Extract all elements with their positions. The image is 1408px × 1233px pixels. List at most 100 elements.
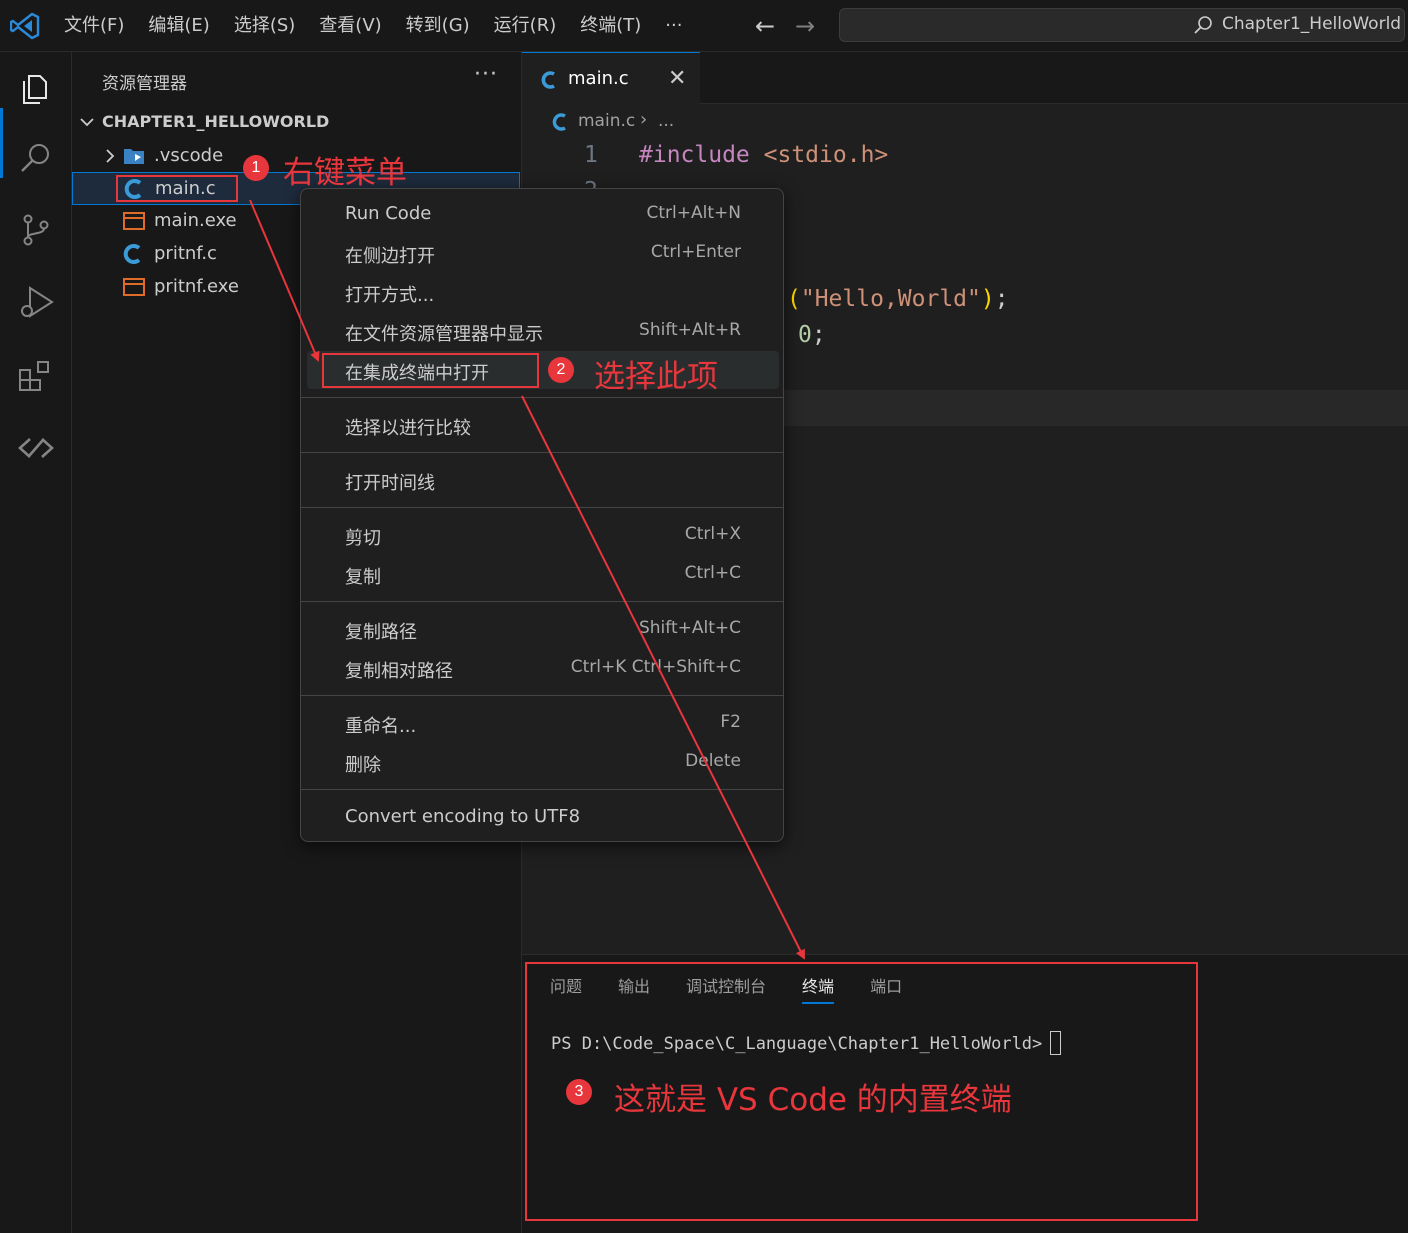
tab-label: main.c [568,68,629,89]
chevron-right-icon [106,149,115,163]
code-line-return: 0; [798,322,826,348]
menu-separator [301,507,783,508]
breadcrumb-symbols[interactable]: ... [658,111,674,131]
exe-file-icon [123,212,145,230]
menu-bar: 文件(F) 编辑(E) 选择(S) 查看(V) 转到(G) 运行(R) 终端(T… [52,0,694,52]
annotation-text-2: 选择此项 [594,359,718,395]
exe-file-icon [123,278,145,296]
annotation-badge-1: 1 [243,155,269,181]
menu-item-label: 在侧边打开 [345,246,435,267]
menu-item-shortcut: F2 [720,712,741,732]
chevron-down-icon [80,118,94,127]
annotation-text-1: 右键菜单 [283,155,407,191]
c-file-icon [552,113,566,131]
menu-item-label: 在文件资源管理器中显示 [345,324,543,345]
menu-item-label: 选择以进行比较 [345,418,471,439]
annotation-text-3: 这就是 VS Code 的内置终端 [614,1082,1012,1118]
chevron-right-icon: › [640,109,648,130]
breadcrumb-file[interactable]: main.c [578,111,635,131]
menu-item-shortcut: Ctrl+X [684,524,741,544]
menu-item-copy-path[interactable]: 复制路径 Shift+Alt+C [307,610,779,648]
menu-item-label: 复制 [345,567,381,588]
editor-tab-bar: main.c ✕ [522,52,1408,104]
menu-edit[interactable]: 编辑(E) [136,0,221,52]
menu-item-shortcut: Shift+Alt+C [638,618,741,638]
menu-view[interactable]: 查看(V) [307,0,393,52]
menu-item-select-for-compare[interactable]: 选择以进行比较 [307,406,779,444]
menu-item-shortcut: Shift+Alt+R [639,320,741,340]
tree-item-label: pritnf.exe [154,276,239,297]
printf-open-paren: ( [787,286,801,312]
forward-arrow-icon[interactable]: → [792,12,818,40]
context-menu: Run Code Ctrl+Alt+N 在侧边打开 Ctrl+Enter 打开方… [300,188,784,842]
menu-item-label: 复制相对路径 [345,661,453,682]
menu-item-shortcut: Ctrl+C [684,563,741,583]
return-value: 0 [798,322,812,348]
menu-item-copy[interactable]: 复制 Ctrl+C [307,555,779,593]
menu-terminal[interactable]: 终端(T) [568,0,653,52]
printf-string: "Hello,World" [800,286,981,312]
menu-item-shortcut: Delete [685,751,741,771]
source-control-icon[interactable] [16,210,56,250]
menu-item-label: Convert encoding to UTF8 [345,806,581,827]
extensions-icon[interactable] [16,356,56,396]
include-keyword: #include [639,142,750,168]
line-number: 1 [584,142,598,168]
menu-item-cut[interactable]: 剪切 Ctrl+X [307,516,779,554]
menu-file[interactable]: 文件(F) [52,0,136,52]
annotation-box-main-c [116,175,238,202]
menu-item-copy-relative-path[interactable]: 复制相对路径 Ctrl+K Ctrl+Shift+C [307,649,779,687]
menu-item-rename[interactable]: 重命名... F2 [307,704,779,742]
menu-run[interactable]: 运行(R) [482,0,569,52]
menu-item-reveal-in-explorer[interactable]: 在文件资源管理器中显示 Shift+Alt+R [307,312,779,350]
close-icon[interactable]: ✕ [668,66,686,91]
menu-item-shortcut: Ctrl+K Ctrl+Shift+C [570,657,741,677]
menu-separator [301,601,783,602]
run-debug-icon[interactable] [16,282,56,322]
title-bar: 文件(F) 编辑(E) 选择(S) 查看(V) 转到(G) 运行(R) 终端(T… [0,0,1408,52]
explorer-more-button[interactable]: ··· [474,62,498,87]
menu-item-label: 打开时间线 [345,473,435,494]
menu-item-convert-encoding[interactable]: Convert encoding to UTF8 [307,798,779,836]
explorer-icon[interactable] [16,68,56,108]
printf-close-paren: ) [980,286,995,312]
menu-item-label: 重命名... [345,716,417,737]
menu-selection[interactable]: 选择(S) [222,0,307,52]
search-icon [1194,16,1212,34]
menu-go[interactable]: 转到(G) [394,0,482,52]
menu-item-open-with[interactable]: 打开方式... [307,273,779,311]
annotation-box-open-in-terminal [322,353,539,388]
command-center-search[interactable]: Chapter1_HelloWorld [839,8,1405,42]
tab-main-c[interactable]: main.c ✕ [522,52,700,104]
menu-item-label: Run Code [345,203,432,224]
return-semicolon: ; [811,322,826,348]
menu-item-label: 剪切 [345,528,381,549]
activity-bar [0,52,72,1233]
menu-item-open-to-side[interactable]: 在侧边打开 Ctrl+Enter [307,234,779,272]
menu-separator [301,452,783,453]
vscode-folder-icon [124,149,144,164]
menu-separator [301,695,783,696]
navigation-arrows: ← → [752,12,818,40]
menu-item-label: 删除 [345,755,381,776]
vscode-logo-icon [10,12,40,40]
explorer-title: 资源管理器 [102,74,187,94]
menu-more[interactable]: ··· [653,0,694,52]
code-line-include: #include <stdio.h> [639,142,888,168]
workspace-folder-name: CHAPTER1_HELLOWORLD [102,112,330,131]
active-indicator [0,108,3,178]
c-file-icon [123,244,141,264]
remote-explorer-icon[interactable] [16,428,56,468]
menu-item-delete[interactable]: 删除 Delete [307,743,779,781]
menu-separator [301,789,783,790]
tree-item-label: main.exe [154,210,237,231]
breadcrumb: main.c › ... [522,104,1408,140]
menu-item-open-timeline[interactable]: 打开时间线 [307,461,779,499]
search-icon[interactable] [16,138,56,178]
back-arrow-icon[interactable]: ← [752,12,778,40]
menu-item-label: 复制路径 [345,622,417,643]
command-center-text: Chapter1_HelloWorld [1222,14,1402,34]
workspace-folder-header[interactable]: CHAPTER1_HELLOWORLD [72,108,520,138]
code-line-printf: ("Hello,World"); [787,286,1009,312]
menu-item-run-code[interactable]: Run Code Ctrl+Alt+N [307,195,779,233]
